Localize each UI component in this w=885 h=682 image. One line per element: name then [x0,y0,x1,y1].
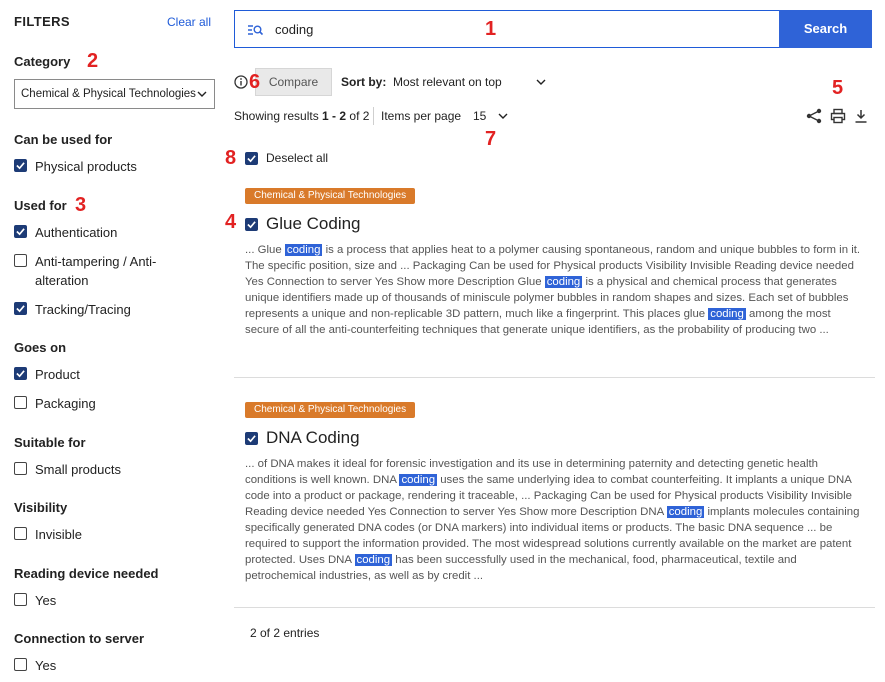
chevron-down-icon[interactable] [535,76,547,88]
filter-label: Tracking/Tracing [35,302,131,317]
showing-range: 1 - 2 [322,109,347,123]
search-highlight: coding [708,308,746,320]
checkbox-checked[interactable] [14,225,27,238]
items-per-page-select[interactable]: 15 [473,109,486,123]
showing-suffix: of 2 [346,109,370,123]
filter-label: Product [35,367,80,382]
showing-results: Showing results 1 - 2 of 2 [234,109,369,123]
annotation-5: 5 [832,77,844,99]
filter-label: Yes [35,593,57,608]
goes-on-title: Goes on [14,340,67,355]
chevron-down-icon[interactable] [497,110,509,122]
sort-select[interactable]: Most relevant on top [393,75,502,89]
checkbox-unchecked[interactable] [14,396,27,409]
search-highlight: coding [354,554,393,566]
can-be-used-for-title: Can be used for [14,132,113,147]
annotation-1: 1 [485,18,497,40]
search-list-icon [248,25,263,36]
items-per-page-label: Items per page [381,109,462,123]
filter-label-line2: alteration [35,273,89,288]
desc-text: ... Glue [245,244,285,256]
annotation-7: 7 [485,128,497,150]
toolbar-divider [373,107,374,125]
result-description: ... Glue coding is a process that applie… [245,242,867,338]
checkbox-unchecked[interactable] [14,462,27,475]
chevron-down-icon [197,91,207,97]
filter-label: Invisible [35,527,82,542]
checkbox-unchecked[interactable] [14,658,27,671]
result-title-link[interactable]: DNA Coding [266,428,360,448]
compare-button[interactable]: Compare [255,68,332,96]
filter-label: Anti-tampering / Anti- [35,254,157,269]
search-input[interactable] [275,11,755,47]
search-highlight: coding [399,474,438,486]
checkbox-unchecked[interactable] [14,254,27,267]
info-icon[interactable] [234,75,248,89]
result-description: ... of DNA makes it ideal for forensic i… [245,456,867,584]
annotation-6: 6 [249,71,261,93]
annotation-2: 2 [87,50,99,72]
result-divider [234,607,875,608]
share-icon[interactable] [806,108,822,124]
sort-label: Sort by: [341,75,387,89]
result-checkbox[interactable] [245,432,258,445]
search-highlight: coding [666,506,705,518]
filter-label: Authentication [35,225,118,240]
filters-title: FILTERS [14,14,70,29]
annotation-3: 3 [75,194,87,216]
search-highlight: coding [544,276,583,288]
search-button[interactable]: Search [779,10,872,48]
deselect-all-checkbox[interactable] [245,152,258,165]
download-icon[interactable] [853,108,869,124]
category-title: Category [14,54,71,69]
suitable-for-title: Suitable for [14,435,86,450]
annotation-8: 8 [225,147,237,169]
category-tag: Chemical & Physical Technologies [245,188,416,204]
used-for-title: Used for [14,198,67,213]
print-icon[interactable] [830,108,846,124]
filter-label: Yes [35,658,57,673]
category-tag: Chemical & Physical Technologies [245,402,416,418]
checkbox-checked[interactable] [14,367,27,380]
category-select[interactable]: Chemical & Physical Technologies [14,79,215,109]
filter-label: Physical products [35,159,137,174]
result-title-link[interactable]: Glue Coding [266,214,361,234]
category-selected-value: Chemical & Physical Technologies [21,88,196,100]
filters-header: FILTERS Clear all [14,14,211,32]
result-checkbox[interactable] [245,218,258,231]
reading-device-title: Reading device needed [14,566,159,581]
checkbox-checked[interactable] [14,302,27,315]
search-bar[interactable] [234,10,779,48]
connection-title: Connection to server [14,631,145,646]
checkbox-unchecked[interactable] [14,593,27,606]
deselect-all-label[interactable]: Deselect all [266,151,328,165]
result-divider [234,377,875,378]
checkbox-checked[interactable] [14,159,27,172]
showing-prefix: Showing results [234,109,323,123]
filter-label: Packaging [35,396,96,411]
entries-count: 2 of 2 entries [250,626,320,640]
filters-sidebar: FILTERS Clear all Category Chemical & Ph… [0,0,222,682]
visibility-title: Visibility [14,500,68,515]
clear-all-link[interactable]: Clear all [167,15,211,29]
filter-label: Small products [35,462,121,477]
checkbox-unchecked[interactable] [14,527,27,540]
search-highlight: coding [284,244,323,256]
annotation-4: 4 [225,211,237,233]
